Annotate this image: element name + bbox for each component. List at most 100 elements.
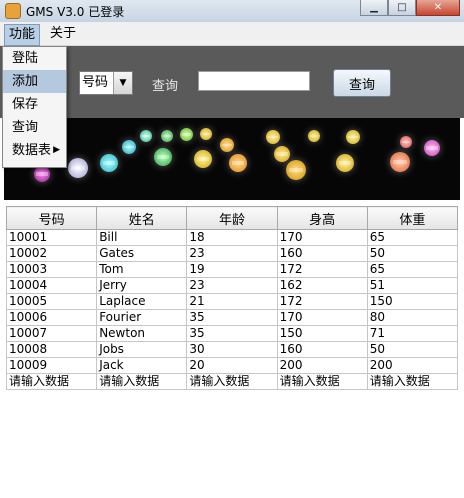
table-cell[interactable]: 65	[366, 261, 459, 278]
table-cell[interactable]: Bill	[96, 229, 188, 246]
table-cell-input[interactable]: 请输入数据	[186, 373, 278, 390]
table-cell[interactable]: Jack	[96, 357, 188, 374]
table-cell[interactable]: 10009	[5, 357, 98, 374]
table-cell[interactable]: 50	[366, 245, 459, 262]
java-app-icon	[5, 3, 21, 19]
table-cell[interactable]: Laplace	[96, 293, 188, 310]
menu-about[interactable]: 关于	[46, 24, 80, 44]
table-cell[interactable]: 10004	[5, 277, 98, 294]
table-cell[interactable]: 50	[366, 341, 459, 358]
decorative-orb	[266, 130, 280, 144]
decorative-orb	[274, 146, 290, 162]
table-row[interactable]: 10004 Jerry 23 162 51	[5, 277, 459, 294]
table-cell[interactable]: 10006	[5, 309, 98, 326]
chevron-down-icon[interactable]: ▼	[113, 72, 132, 94]
chevron-right-icon: ▶	[53, 145, 60, 155]
menu-item-datatable-label: 数据表	[12, 143, 52, 158]
menu-item-datatable[interactable]: 数据表 ▶	[3, 139, 66, 162]
table-cell[interactable]: Newton	[96, 325, 188, 342]
table-cell[interactable]: 35	[186, 309, 278, 326]
table-cell[interactable]: 10002	[5, 245, 98, 262]
table-row[interactable]: 10005 Laplace 21 172 150	[5, 293, 459, 310]
table-cell[interactable]: Tom	[96, 261, 188, 278]
menu-item-add[interactable]: 添加	[3, 70, 66, 93]
search-field-combo[interactable]: 号码 ▼	[79, 71, 133, 95]
table-row-input[interactable]: 请输入数据 请输入数据 请输入数据 请输入数据 请输入数据	[5, 373, 459, 390]
table-row[interactable]: 10009 Jack 20 200 200	[5, 357, 459, 374]
table-cell[interactable]: 65	[366, 229, 459, 246]
table-cell[interactable]: 150	[276, 325, 368, 342]
column-header-age[interactable]: 年龄	[186, 206, 278, 230]
decorative-orb	[424, 140, 440, 156]
table-row[interactable]: 10001 Bill 18 170 65	[5, 229, 459, 246]
table-cell[interactable]: 18	[186, 229, 278, 246]
table-cell[interactable]: 170	[276, 309, 368, 326]
table-cell[interactable]: 160	[276, 341, 368, 358]
column-header-height[interactable]: 身高	[276, 206, 368, 230]
maximize-button[interactable]: □	[388, 0, 416, 16]
table-cell-input[interactable]: 请输入数据	[366, 373, 459, 390]
table-cell[interactable]: 172	[276, 293, 368, 310]
table-cell[interactable]: 200	[276, 357, 368, 374]
decorative-orb	[154, 148, 172, 166]
menu-function[interactable]: 功能	[4, 24, 41, 46]
query-button[interactable]: 查询	[333, 69, 391, 97]
decorative-orb	[140, 130, 152, 142]
table-cell[interactable]: 35	[186, 325, 278, 342]
table-cell[interactable]: 80	[366, 309, 459, 326]
table-cell[interactable]: 21	[186, 293, 278, 310]
table-cell[interactable]: Jobs	[96, 341, 188, 358]
window-title: GMS V3.0 已登录	[26, 5, 125, 19]
table-cell[interactable]: Fourier	[96, 309, 188, 326]
table-row[interactable]: 10008 Jobs 30 160 50	[5, 341, 459, 358]
minimize-button[interactable]: ▁	[360, 0, 388, 16]
table-cell[interactable]: 10005	[5, 293, 98, 310]
table-cell[interactable]: Jerry	[96, 277, 188, 294]
table-cell[interactable]: Gates	[96, 245, 188, 262]
close-button[interactable]: ✕	[416, 0, 460, 16]
menu-item-save[interactable]: 保存	[3, 93, 66, 116]
table-cell[interactable]: 172	[276, 261, 368, 278]
table-cell[interactable]: 10003	[5, 261, 98, 278]
table-row[interactable]: 10002 Gates 23 160 50	[5, 245, 459, 262]
table-cell-input[interactable]: 请输入数据	[276, 373, 368, 390]
table-cell[interactable]: 30	[186, 341, 278, 358]
table-cell[interactable]: 20	[186, 357, 278, 374]
table-cell[interactable]: 200	[366, 357, 459, 374]
combo-selected-value: 号码	[82, 75, 109, 90]
decorative-orb	[122, 140, 136, 154]
table-cell[interactable]: 10001	[5, 229, 98, 246]
column-header-name[interactable]: 姓名	[96, 206, 188, 230]
table-cell[interactable]: 10008	[5, 341, 98, 358]
table-row[interactable]: 10007 Newton 35 150 71	[5, 325, 459, 342]
table-cell-input[interactable]: 请输入数据	[96, 373, 188, 390]
table-cell[interactable]: 71	[366, 325, 459, 342]
table-cell[interactable]: 23	[186, 245, 278, 262]
menu-item-login[interactable]: 登陆	[3, 47, 66, 70]
decorative-orb	[220, 138, 234, 152]
table-cell[interactable]: 19	[186, 261, 278, 278]
query-label: 查询	[152, 79, 179, 94]
menu-item-query[interactable]: 查询	[3, 116, 66, 139]
table-cell[interactable]: 162	[276, 277, 368, 294]
window-titlebar: GMS V3.0 已登录 ▁ □ ✕	[0, 0, 464, 23]
decorative-orb	[229, 154, 247, 172]
table-cell[interactable]: 10007	[5, 325, 98, 342]
table-cell[interactable]: 160	[276, 245, 368, 262]
table-cell[interactable]: 23	[186, 277, 278, 294]
decorative-orb	[400, 136, 412, 148]
decorative-orb	[390, 152, 410, 172]
table-row[interactable]: 10006 Fourier 35 170 80	[5, 309, 459, 326]
table-cell-input[interactable]: 请输入数据	[5, 373, 98, 390]
table-cell[interactable]: 150	[366, 293, 459, 310]
search-input[interactable]	[198, 71, 310, 91]
table-row[interactable]: 10003 Tom 19 172 65	[5, 261, 459, 278]
column-header-weight[interactable]: 体重	[366, 206, 459, 230]
table-header-row: 号码 姓名 年龄 身高 体重	[5, 206, 459, 230]
decorative-orb	[194, 150, 212, 168]
menu-bar: 功能 关于	[0, 22, 464, 46]
table-cell[interactable]: 51	[366, 277, 459, 294]
column-header-number[interactable]: 号码	[5, 206, 98, 230]
table-cell[interactable]: 170	[276, 229, 368, 246]
decorative-orb	[286, 160, 306, 180]
